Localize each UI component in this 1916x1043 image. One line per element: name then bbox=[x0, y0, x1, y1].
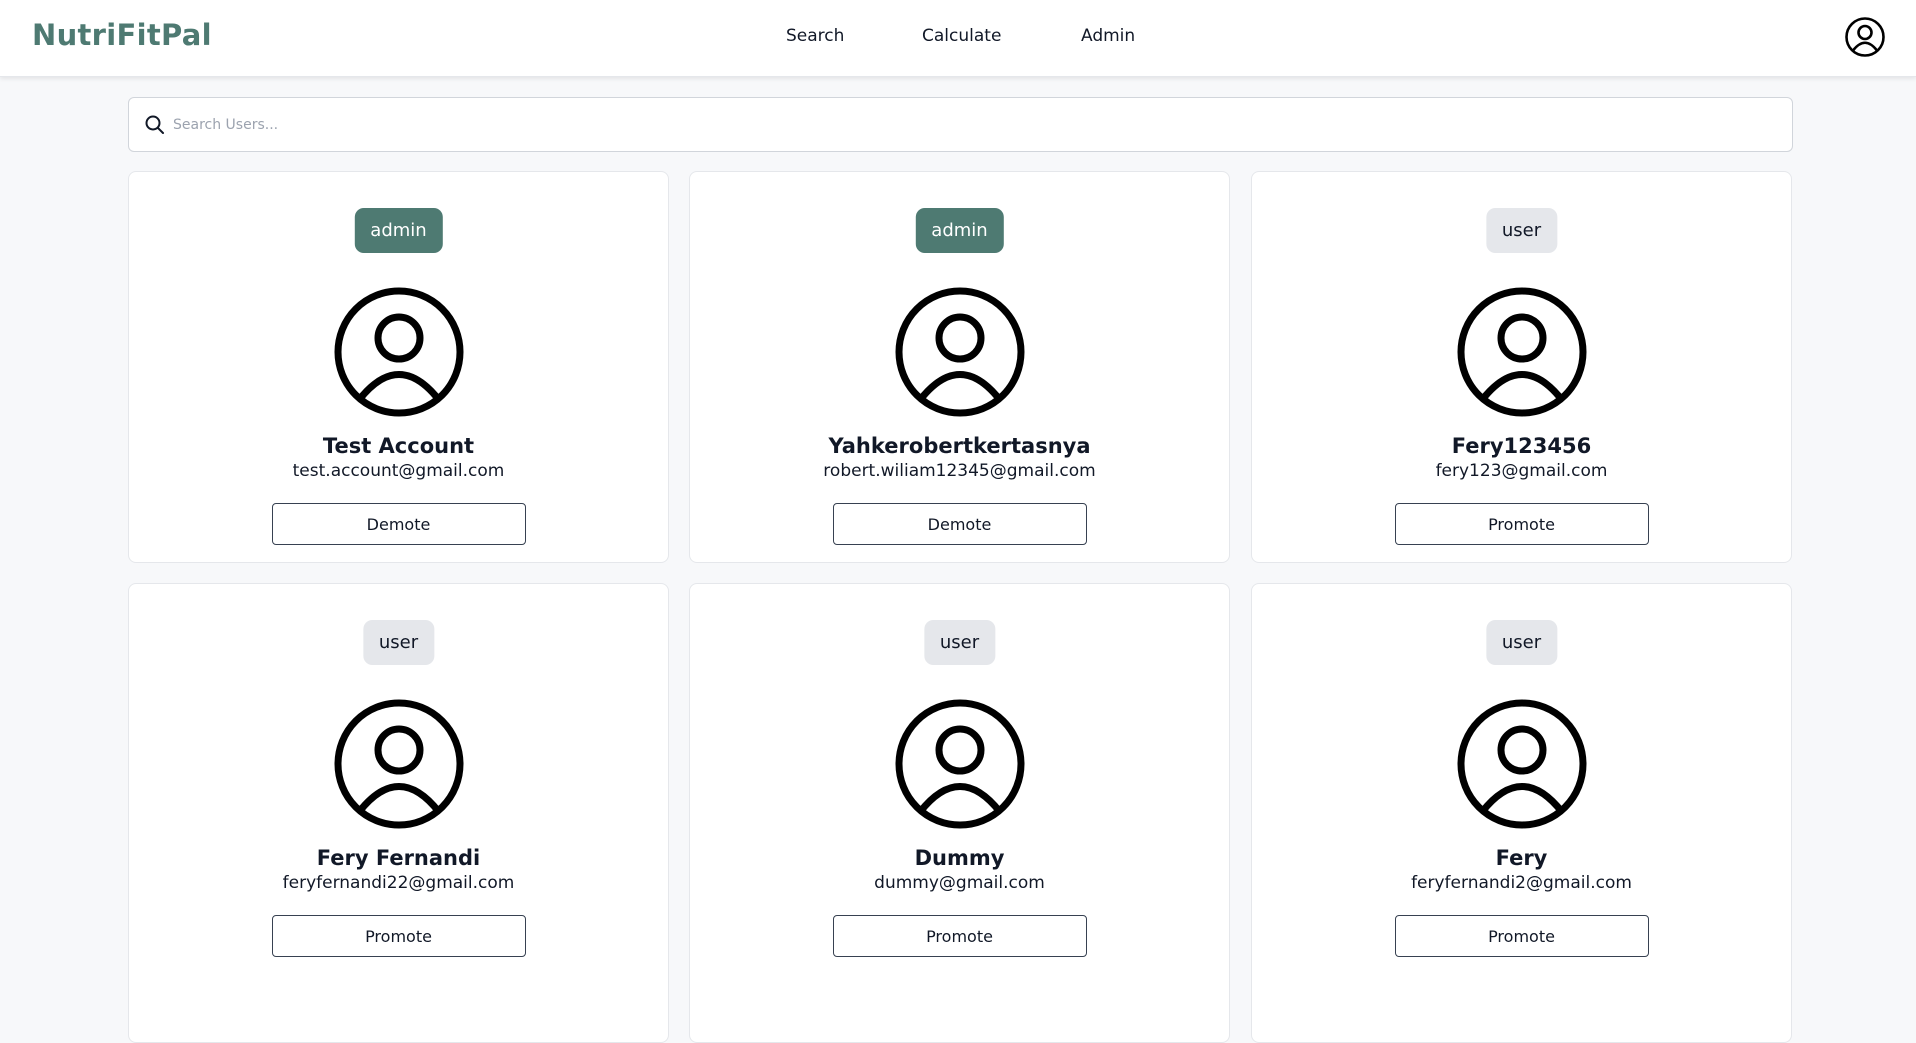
user-name: Dummy bbox=[914, 846, 1005, 870]
promote-button[interactable]: Promote bbox=[832, 915, 1087, 957]
profile-button[interactable] bbox=[1844, 16, 1886, 58]
promote-button[interactable]: Promote bbox=[1394, 503, 1649, 545]
user-email: feryfernandi22@gmail.com bbox=[282, 873, 515, 893]
search-box bbox=[128, 97, 1793, 152]
user-card: admin Test Account test.account@gmail.co… bbox=[128, 171, 669, 563]
nav-link-admin[interactable]: Admin bbox=[1081, 26, 1135, 46]
user-email: robert.wiliam12345@gmail.com bbox=[823, 461, 1096, 481]
user-email: feryfernandi2@gmail.com bbox=[1411, 873, 1632, 893]
top-navbar: NutriFitPal Search Calculate Admin bbox=[0, 0, 1916, 77]
user-name: Yahkerobertkertasnya bbox=[828, 434, 1091, 458]
role-badge: user bbox=[923, 620, 996, 665]
demote-button[interactable]: Demote bbox=[832, 503, 1087, 545]
avatar-icon bbox=[895, 699, 1024, 829]
user-name: Fery123456 bbox=[1451, 434, 1592, 458]
user-email: dummy@gmail.com bbox=[874, 873, 1045, 893]
role-badge: admin bbox=[915, 208, 1004, 253]
user-name: Test Account bbox=[322, 434, 475, 458]
role-badge: user bbox=[1485, 620, 1558, 665]
role-badge: admin bbox=[354, 208, 443, 253]
user-card: user Fery feryfernandi2@gmail.com Promot… bbox=[1251, 583, 1792, 1043]
demote-button[interactable]: Demote bbox=[271, 503, 526, 545]
user-card: user Fery Fernandi feryfernandi22@gmail.… bbox=[128, 583, 669, 1043]
user-name: Fery Fernandi bbox=[316, 846, 481, 870]
user-circle-icon bbox=[1845, 17, 1885, 57]
user-card: user Fery123456 fery123@gmail.com Promot… bbox=[1251, 171, 1792, 563]
search-icon bbox=[145, 115, 164, 134]
search-users-input[interactable] bbox=[169, 98, 1769, 151]
role-badge: user bbox=[1485, 208, 1558, 253]
user-email: test.account@gmail.com bbox=[292, 461, 505, 481]
brand-logo[interactable]: NutriFitPal bbox=[32, 18, 212, 52]
avatar-icon bbox=[334, 699, 463, 829]
avatar-icon bbox=[1457, 699, 1586, 829]
avatar-icon bbox=[895, 287, 1024, 417]
avatar-icon bbox=[1457, 287, 1586, 417]
promote-button[interactable]: Promote bbox=[271, 915, 526, 957]
user-card: user Dummy dummy@gmail.com Promote bbox=[689, 583, 1230, 1043]
nav-link-search[interactable]: Search bbox=[786, 26, 844, 46]
user-card: admin Yahkerobertkertasnya robert.wiliam… bbox=[689, 171, 1230, 563]
nav-link-calculate[interactable]: Calculate bbox=[922, 26, 1001, 46]
promote-button[interactable]: Promote bbox=[1394, 915, 1649, 957]
role-badge: user bbox=[362, 620, 435, 665]
avatar-icon bbox=[334, 287, 463, 417]
user-name: Fery bbox=[1495, 846, 1548, 870]
user-email: fery123@gmail.com bbox=[1435, 461, 1608, 481]
